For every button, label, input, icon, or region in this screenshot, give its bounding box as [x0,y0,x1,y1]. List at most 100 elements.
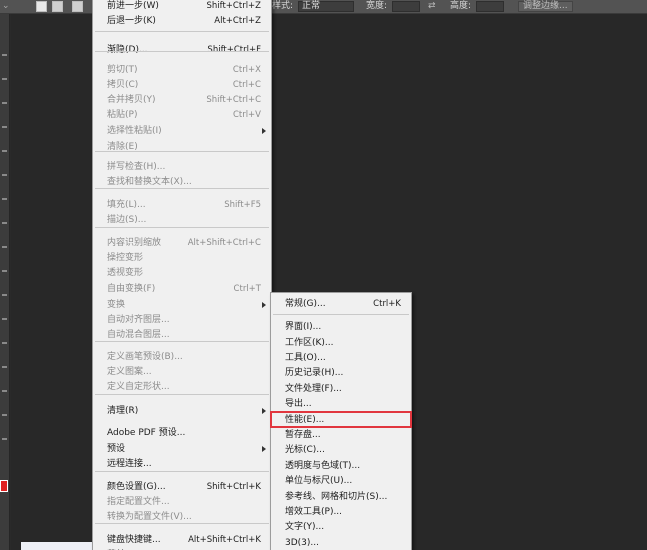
swap-icon[interactable]: ⇄ [428,1,436,12]
preferences-menu-item[interactable]: 参考线、网格和切片(S)... [271,489,411,505]
preferences-menu-item[interactable]: 增效工具(P)... [271,504,411,520]
tool-icon[interactable] [2,102,7,104]
preferences-menu-item[interactable]: 单位与标尺(U)... [271,473,411,489]
menu-item-label: 界面(I)... [285,322,322,332]
tool-icon[interactable] [2,222,7,224]
menu-item-label: 透明度与色域(T)... [285,461,361,471]
edit-menu-item[interactable]: 渐隐(D)... Shift+Ctrl+F [93,42,271,58]
edit-menu-item[interactable]: 后退一步(K) Alt+Ctrl+Z [93,13,271,29]
tool-icon[interactable] [2,366,7,368]
menu-item-label: 清理(R) [107,406,139,416]
menu-item-label: 操控变形 [107,253,144,263]
edit-menu-item[interactable]: 前进一步(W) Shift+Ctrl+Z [93,0,271,14]
preferences-menu-item[interactable]: 透明度与色域(T)... [271,458,411,474]
preferences-menu-item[interactable]: 工具(O)... [271,350,411,366]
edit-menu-item[interactable]: 操控变形 [93,250,271,266]
menu-item-label: 光标(C)... [285,445,325,455]
edit-menu-item[interactable]: 填充(L)... Shift+F5 [93,197,271,213]
tool-icon[interactable] [2,390,7,392]
preferences-menu-item[interactable]: 光标(C)... [271,442,411,458]
edit-menu-item[interactable]: 自动对齐图层... [93,312,271,328]
submenu-arrow-icon [262,446,266,452]
edit-menu-item[interactable]: 内容识别缩放 Alt+Shift+Ctrl+C [93,235,271,251]
menu-item-label: 填充(L)... [107,200,146,210]
edit-menu-item[interactable]: 剪切(T) Ctrl+X [93,62,271,78]
edit-menu-item[interactable]: 变换 [93,297,271,313]
adjust-edge-button[interactable]: 调整边缘... [518,1,573,12]
edit-menu-item[interactable]: 自由变换(F) Ctrl+T [93,281,271,297]
menu-item-shortcut: Shift+Ctrl+Z [206,1,261,11]
edit-menu-item[interactable]: 合并拷贝(Y) Shift+Ctrl+C [93,92,271,108]
preferences-menu-item[interactable]: 文件处理(F)... [271,381,411,397]
edit-menu-item[interactable]: 颜色设置(G)... Shift+Ctrl+K [93,479,271,495]
edit-menu-item[interactable]: 描边(S)... [93,212,271,228]
edit-menu-item[interactable]: 指定配置文件... [93,494,271,510]
menu-item-label: 拷贝(C) [107,80,139,90]
edit-menu-item[interactable]: 粘贴(P) Ctrl+V [93,107,271,123]
menu-item-label: 合并拷贝(Y) [107,95,156,105]
tool-icon[interactable] [2,126,7,128]
tool-icon[interactable] [2,414,7,416]
edit-menu-item[interactable]: 选择性粘贴(I) [93,123,271,139]
tool-icon[interactable] [2,438,7,440]
menu-item-label: 变换 [107,300,126,310]
menu-item-label: 定义画笔预设(B)... [107,352,183,362]
preferences-menu-item[interactable]: 3D(3)... [271,535,411,550]
tool-icon[interactable] [2,270,7,272]
tool-icon[interactable] [2,294,7,296]
subtract-selection-icon[interactable] [72,1,83,12]
edit-menu-item[interactable]: 定义自定形状... [93,379,271,395]
width-input[interactable] [392,1,420,12]
menu-item-shortcut: Ctrl+K [373,299,401,309]
style-select[interactable]: 正常 [298,1,354,12]
new-selection-icon[interactable] [36,1,47,12]
menu-item-label: 选择性粘贴(I) [107,126,162,136]
tool-icon[interactable] [2,342,7,344]
edit-menu-item[interactable]: 预设 [93,441,271,457]
menu-item-label: 参考线、网格和切片(S)... [285,492,388,502]
edit-menu-item[interactable]: 清理(R) [93,403,271,419]
edit-menu-item[interactable]: 定义图案... [93,364,271,380]
menu-separator [273,314,409,315]
add-selection-icon[interactable] [52,1,63,12]
edit-menu-item[interactable]: 拼写检查(H)... [93,159,271,175]
submenu-arrow-icon [262,128,266,134]
preferences-menu-item[interactable]: 暂存盘... [271,427,411,443]
menu-separator [95,227,269,228]
edit-menu-item[interactable]: 清除(E) [93,139,271,155]
menu-item-label: 3D(3)... [285,538,319,548]
preferences-menu-item[interactable]: 历史记录(H)... [271,365,411,381]
edit-menu-item[interactable]: 定义画笔预设(B)... [93,349,271,365]
preferences-menu-item[interactable]: 工作区(K)... [271,335,411,351]
menu-item-label: 渐隐(D)... [107,45,148,55]
edit-menu-item[interactable]: Adobe PDF 预设... [93,425,271,441]
preferences-menu-item[interactable]: 常规(G)... Ctrl+K [271,296,411,312]
tool-preset-chevron-icon[interactable]: ⌄ [2,1,10,12]
menu-item-label: 描边(S)... [107,215,147,225]
tool-icon[interactable] [2,150,7,152]
preferences-menu-item[interactable]: 文字(Y)... [271,519,411,535]
edit-menu-item[interactable]: 拷贝(C) Ctrl+C [93,77,271,93]
tool-icon[interactable] [2,246,7,248]
tool-icon[interactable] [2,174,7,176]
width-label: 宽度: [366,1,388,11]
menu-item-label: 工作区(K)... [285,338,334,348]
height-input[interactable] [476,1,504,12]
menu-item-label: 自由变换(F) [107,284,156,294]
foreground-color-swatch[interactable] [0,480,8,492]
menu-item-label: 文件处理(F)... [285,384,342,394]
tool-icon[interactable] [2,318,7,320]
edit-menu-item[interactable]: 键盘快捷键... Alt+Shift+Ctrl+K [93,532,271,548]
preferences-menu-item[interactable]: 导出... [271,396,411,412]
submenu-arrow-icon [262,408,266,414]
menu-item-label: 历史记录(H)... [285,368,344,378]
tool-icon[interactable] [2,78,7,80]
tool-icon[interactable] [2,54,7,56]
tool-icon[interactable] [2,198,7,200]
preferences-menu-item[interactable]: 界面(I)... [271,319,411,335]
edit-menu-item[interactable]: 远程连接... [93,456,271,472]
edit-menu-item[interactable]: 透视变形 [93,265,271,281]
menu-item-label: 自动对齐图层... [107,315,170,325]
menu-item-shortcut: Alt+Shift+Ctrl+C [187,238,261,248]
menu-item-label: 粘贴(P) [107,110,138,120]
